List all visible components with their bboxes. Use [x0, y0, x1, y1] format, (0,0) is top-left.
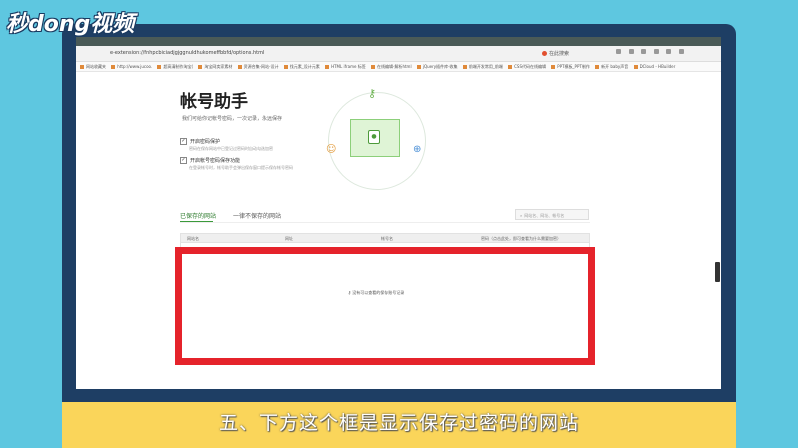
bookmark-item[interactable]: CSS代码在线编辑 [508, 64, 546, 70]
key-icon: ⚷ [368, 87, 377, 100]
bookmarks-bar: 网站收藏夹 http://www.jucoo. 超高清制作淘宝( 淘宝网卖家素材… [76, 62, 721, 72]
search-icon: ⌕ [520, 213, 523, 218]
bookmark-item[interactable]: 淘宝网卖家素材 [198, 64, 232, 70]
tab-strip [76, 37, 721, 46]
url-text[interactable]: e-extension://fnhpcbiciadjgjggnuldhukome… [110, 50, 264, 56]
browser-window: e-extension://fnhpcbiciadjgjggnuldhukome… [76, 37, 721, 389]
search-engine-icon [542, 51, 547, 56]
globe-icon: ⊕ [413, 144, 422, 155]
toolbar-icons [616, 49, 690, 56]
tab-saved-sites[interactable]: 已保存的网站 [180, 211, 216, 220]
bookmark-item[interactable]: HTML iframe 标签 [325, 64, 366, 70]
checkbox[interactable]: ✓ [180, 157, 187, 164]
red-highlight-box [175, 247, 595, 365]
address-bar[interactable]: e-extension://fnhpcbiciadjgjggnuldhukome… [76, 46, 721, 62]
column-account[interactable]: 帐号名 [381, 236, 393, 242]
bookmark-item[interactable]: 网站收藏夹 [80, 64, 106, 70]
table-header: 网站名 网址 帐号名 密码（点击此处，即可查看为什么需要加密） [180, 233, 590, 243]
page-description: 我们可给你记帐号密码，一次记录，永远保存 [182, 116, 283, 122]
scrollbar-handle[interactable] [715, 262, 720, 282]
bookmark-item[interactable]: http://www.jucoo. [111, 64, 152, 69]
search-placeholder: 网站名、网址、帐号名 [524, 213, 565, 218]
lock-icon: ● [368, 130, 380, 144]
option-save-account[interactable]: ✓ 开启帐号密码保存功能 在登录帐号时，帐号助手会弹出保存窗口提示保存帐号密码 [180, 157, 293, 171]
cut-icon[interactable] [653, 49, 659, 54]
option-label: 开启帐号密码保存功能 [190, 158, 241, 164]
bookmark-item[interactable]: DCloud - HBuilder [633, 64, 675, 69]
bookmark-item[interactable]: 新开 baby声音 [595, 64, 628, 70]
bookmark-item[interactable]: 超高清制作淘宝( [157, 64, 193, 70]
bookmark-item[interactable]: 在线编辑-解析html [371, 64, 412, 70]
column-url[interactable]: 网址 [285, 236, 293, 242]
checkbox[interactable]: ✓ [180, 138, 187, 145]
extension-icon[interactable] [616, 49, 621, 54]
bookmark-item[interactable]: 前端开发常用_前端 [462, 64, 503, 70]
option-sub-label: 密码在保存网站中已登记过密码时自动勾选加密 [189, 146, 273, 151]
undo-icon[interactable] [666, 49, 672, 54]
video-logo: 秒dong视频 [6, 12, 135, 37]
option-label: 开启密码保护 [190, 139, 221, 145]
tab-divider [180, 222, 590, 223]
bookmark-item[interactable]: PPT模板_PPT制作 [551, 64, 590, 70]
bookmark-item[interactable]: 找元素_设计元素 [283, 64, 320, 70]
search-input[interactable]: ⌕ 网站名、网址、帐号名 [515, 209, 589, 220]
page-title: 帐号助手 [180, 92, 248, 112]
smile-icon: ☺ [326, 144, 337, 155]
tab-never-save[interactable]: 一律不保存的网站 [233, 211, 281, 220]
caption-text: 五、下方这个框是显示保存过密码的网站 [218, 412, 579, 434]
menu-icon[interactable] [678, 49, 684, 54]
bookmark-icon[interactable] [628, 49, 634, 54]
bookmark-item[interactable]: 资源合集-网站-设计 [237, 64, 279, 70]
search-engine-label: 在此搜索 [549, 51, 570, 57]
option-password-protect[interactable]: ✓ 开启密码保护 密码在保存网站中已登记过密码时自动勾选加密 [180, 138, 273, 152]
column-site-name[interactable]: 网站名 [187, 236, 199, 242]
bookmark-item[interactable]: jQuery插件库-收集 [416, 64, 458, 70]
option-sub-label: 在登录帐号时，帐号助手会弹出保存窗口提示保存帐号密码 [189, 165, 293, 170]
column-password[interactable]: 密码（点击此处，即可查看为什么需要加密） [481, 236, 561, 242]
tab-active-underline [180, 221, 213, 222]
search-engine-box[interactable]: 在此搜索 [542, 50, 569, 57]
download-icon[interactable] [641, 49, 647, 54]
